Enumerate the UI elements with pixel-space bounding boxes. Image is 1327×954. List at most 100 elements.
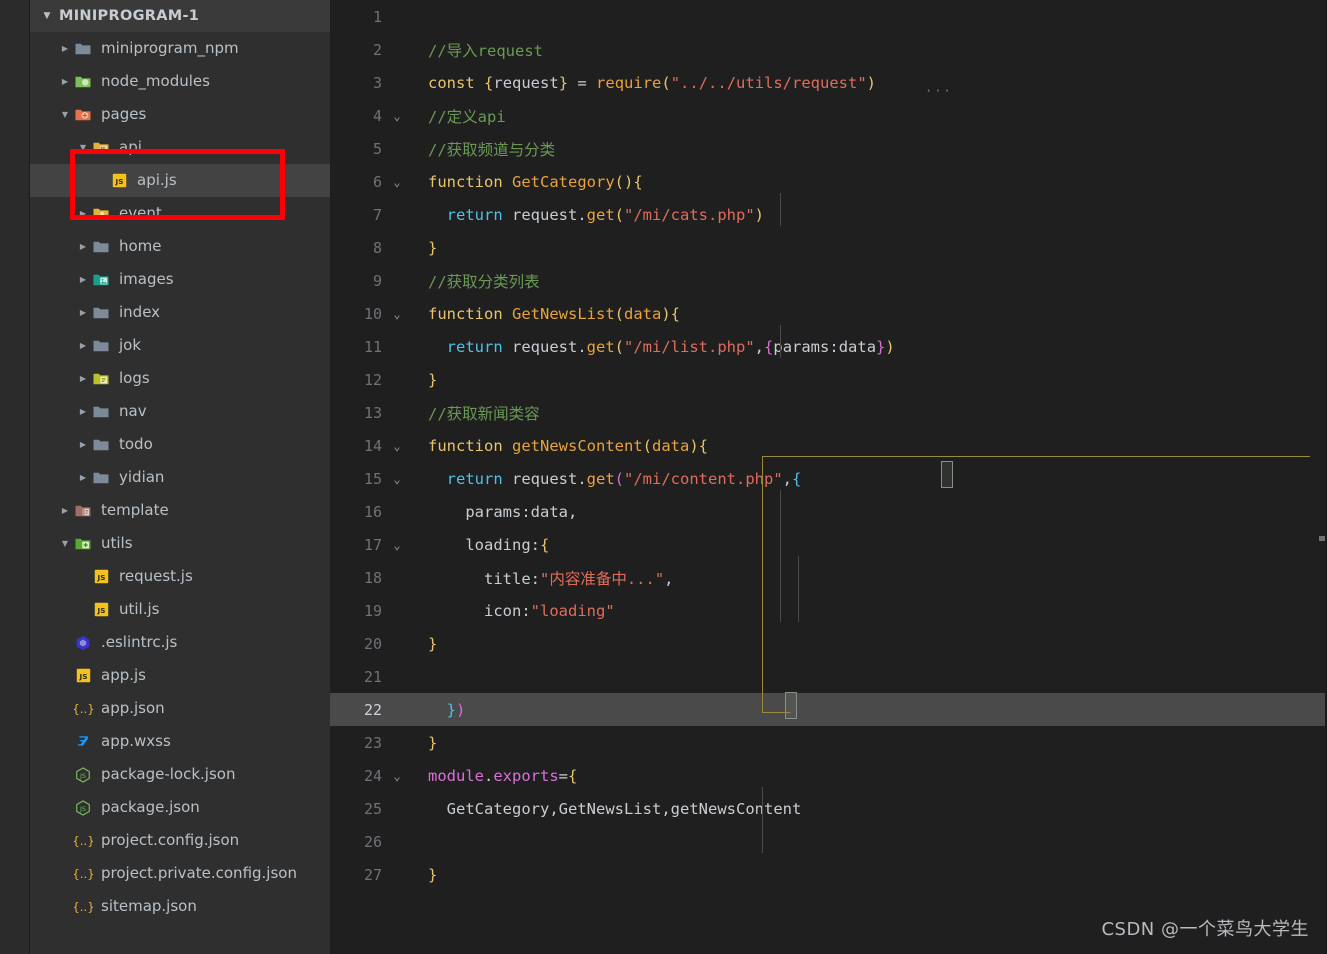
code-line-8[interactable]: 8} xyxy=(330,231,1327,264)
code-text: return request.get("/mi/cats.php") xyxy=(408,206,764,224)
tree-folder-utils[interactable]: ▼ utils xyxy=(30,527,330,560)
code-line-27[interactable]: 27} xyxy=(330,858,1327,891)
scrollbar-tick[interactable] xyxy=(1319,536,1325,541)
tree-file-package-lock-json[interactable]: JS package-lock.json xyxy=(30,758,330,791)
tree-folder-logs[interactable]: ▶ logs xyxy=(30,362,330,395)
token: } xyxy=(428,634,438,653)
tree-folder-index[interactable]: ▶ index xyxy=(30,296,330,329)
chevron-right-icon[interactable]: ▶ xyxy=(76,374,90,383)
tree-folder-jok[interactable]: ▶ jok xyxy=(30,329,330,362)
code-line-19[interactable]: 19 icon:"loading" xyxy=(330,594,1327,627)
code-line-5[interactable]: 5 //获取频道与分类 xyxy=(330,132,1327,165)
tree-file-util-js[interactable]: JS util.js xyxy=(30,593,330,626)
code-line-1[interactable]: 1 xyxy=(330,0,1327,33)
activity-bar[interactable] xyxy=(0,0,30,954)
chevron-right-icon[interactable]: ▶ xyxy=(76,209,90,218)
token: loading xyxy=(428,535,531,554)
tree-file-api-js[interactable]: JS api.js xyxy=(30,164,330,197)
code-line-15[interactable]: 15 ⌄ return request.get("/mi/content.php"… xyxy=(330,462,1327,495)
chevron-down-icon[interactable]: ▼ xyxy=(76,143,90,152)
chevron-down-icon[interactable]: ▼ xyxy=(41,11,53,21)
tree-folder-miniprogram-npm[interactable]: ▶ miniprogram_npm xyxy=(30,32,330,65)
fold-chevron-icon[interactable]: ⌄ xyxy=(386,308,408,320)
token: request xyxy=(502,205,578,224)
tree-file-app-js[interactable]: JS app.js xyxy=(30,659,330,692)
token: return xyxy=(446,205,503,224)
code-line-25[interactable]: 25 GetCategory,GetNewsList,getNewsConten… xyxy=(330,792,1327,825)
code-line-26[interactable]: 26 xyxy=(330,825,1327,858)
code-line-23[interactable]: 23} xyxy=(330,726,1327,759)
code-line-7[interactable]: 7 return request.get("/mi/cats.php") xyxy=(330,198,1327,231)
token: data xyxy=(530,502,568,521)
code-line-10[interactable]: 10 ⌄ function GetNewsList(data){ xyxy=(330,297,1327,330)
tree-folder-nav[interactable]: ▶ nav xyxy=(30,395,330,428)
chevron-right-icon[interactable]: ▶ xyxy=(76,242,90,251)
token: ) xyxy=(456,700,466,719)
code-line-21[interactable]: 21 xyxy=(330,660,1327,693)
tree-folder-node-modules[interactable]: ▶ node_modules xyxy=(30,65,330,98)
fold-chevron-icon[interactable]: ⌄ xyxy=(386,473,408,485)
chevron-right-icon[interactable]: ▶ xyxy=(76,440,90,449)
tree-item-label: util.js xyxy=(119,600,160,618)
code-line-17[interactable]: 17 ⌄ loading:{ xyxy=(330,528,1327,561)
tree-folder-template[interactable]: ▶ template xyxy=(30,494,330,527)
tree-folder-api[interactable]: ▼ api xyxy=(30,131,330,164)
token: ) xyxy=(661,304,671,323)
code-line-24[interactable]: 24 ⌄ module.exports={ xyxy=(330,759,1327,792)
code-line-2[interactable]: 2 //导入request xyxy=(330,33,1327,66)
tree-file-request-js[interactable]: JS request.js xyxy=(30,560,330,593)
code-line-3[interactable]: 3 const {request} = require("../../utils/… xyxy=(330,66,1327,99)
tree-folder-yidian[interactable]: ▶ yidian xyxy=(30,461,330,494)
code-line-22[interactable]: 22 }) xyxy=(330,693,1327,726)
explorer-header[interactable]: ▼ MINIPROGRAM-1 xyxy=(30,0,330,32)
tree-file-project-private-config-json[interactable]: {..} project.private.config.json xyxy=(30,857,330,890)
code-line-13[interactable]: 13 //获取新闻类容 xyxy=(330,396,1327,429)
line-number: 7 xyxy=(372,205,382,224)
code-editor[interactable]: 1 2//导入request 3 const {request} = require(… xyxy=(330,0,1327,954)
chevron-right-icon[interactable]: ▶ xyxy=(76,341,90,350)
tree-file-app-wxss[interactable]: app.wxss xyxy=(30,725,330,758)
code-line-11[interactable]: 11 return request.get("/mi/list.php",{pa… xyxy=(330,330,1327,363)
code-line-18[interactable]: 18 title:"内容准备中...", xyxy=(330,561,1327,594)
chevron-right-icon[interactable]: ▶ xyxy=(76,275,90,284)
token: icon xyxy=(428,601,522,620)
chevron-right-icon[interactable]: ▶ xyxy=(58,506,72,515)
code-line-12[interactable]: 12} xyxy=(330,363,1327,396)
fold-chevron-icon[interactable]: ⌄ xyxy=(386,110,408,122)
token: . xyxy=(577,469,587,488)
chevron-right-icon[interactable]: ▶ xyxy=(76,407,90,416)
tree-file-eslintrc-js[interactable]: .eslintrc.js xyxy=(30,626,330,659)
code-line-4[interactable]: 4 ⌄ //定义api xyxy=(330,99,1327,132)
token: { xyxy=(698,436,709,455)
tree-file-package-json[interactable]: JS package.json xyxy=(30,791,330,824)
code-text: } xyxy=(408,734,437,752)
chevron-right-icon[interactable]: ▶ xyxy=(58,77,72,86)
token: "/mi/content.php" xyxy=(624,469,783,488)
tree-folder-pages[interactable]: ▼ pages xyxy=(30,98,330,131)
code-line-16[interactable]: 16 params:data, xyxy=(330,495,1327,528)
chevron-right-icon[interactable]: ▶ xyxy=(58,44,72,53)
chevron-down-icon[interactable]: ▼ xyxy=(58,110,72,119)
tree-file-project-config-json[interactable]: {..} project.config.json xyxy=(30,824,330,857)
fold-chevron-icon[interactable]: ⌄ xyxy=(386,176,408,188)
fold-chevron-icon[interactable]: ⌄ xyxy=(386,539,408,551)
file-tree[interactable]: ▶ miniprogram_npm ▶ node_modules ▼ pages ▼ api J… xyxy=(30,32,330,923)
chevron-right-icon[interactable]: ▶ xyxy=(76,308,90,317)
code-line-14[interactable]: 14 ⌄ function getNewsContent(data){ xyxy=(330,429,1327,462)
tree-file-app-json[interactable]: {..} app.json xyxy=(30,692,330,725)
code-line-6[interactable]: 6 ⌄ function GetCategory(){ xyxy=(330,165,1327,198)
tree-folder-event[interactable]: ▶ event xyxy=(30,197,330,230)
tree-folder-images[interactable]: ▶ images xyxy=(30,263,330,296)
code-line-9[interactable]: 9 //获取分类列表 xyxy=(330,264,1327,297)
token: "loading" xyxy=(530,601,615,620)
chevron-right-icon[interactable]: ▶ xyxy=(76,473,90,482)
nodejs-icon: JS xyxy=(72,766,94,784)
tree-folder-home[interactable]: ▶ home xyxy=(30,230,330,263)
fold-chevron-icon[interactable]: ⌄ xyxy=(386,440,408,452)
fold-chevron-icon[interactable]: ⌄ xyxy=(386,770,408,782)
tree-folder-todo[interactable]: ▶ todo xyxy=(30,428,330,461)
code-line-20[interactable]: 20} xyxy=(330,627,1327,660)
chevron-down-icon[interactable]: ▼ xyxy=(58,539,72,548)
tree-file-sitemap-json[interactable]: {..} sitemap.json xyxy=(30,890,330,923)
code-lines[interactable]: 1 2//导入request 3 const {request} = require(… xyxy=(330,0,1327,891)
